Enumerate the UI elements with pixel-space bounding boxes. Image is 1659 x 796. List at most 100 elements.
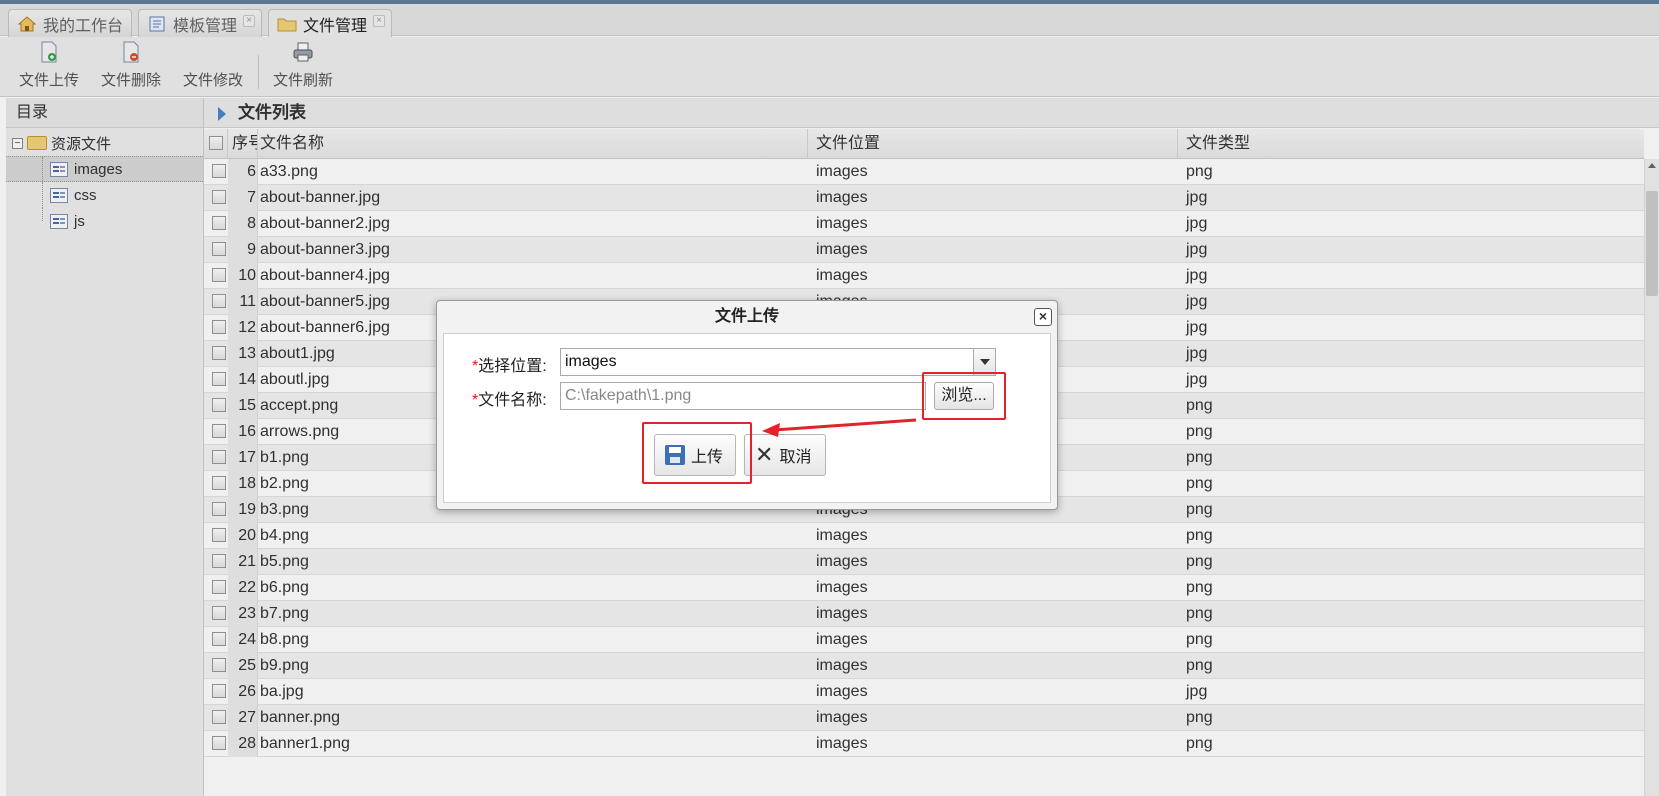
- tree-item-js[interactable]: js: [6, 208, 203, 234]
- row-checkbox[interactable]: [212, 736, 226, 750]
- row-checkbox[interactable]: [212, 424, 226, 438]
- file-type: png: [1186, 527, 1213, 544]
- row-checkbox[interactable]: [212, 346, 226, 360]
- row-number: 17: [238, 449, 256, 466]
- row-checkbox[interactable]: [212, 372, 226, 386]
- tab-label: 模板管理: [173, 17, 238, 35]
- scroll-up-icon[interactable]: [1648, 163, 1656, 168]
- row-checkbox[interactable]: [212, 320, 226, 334]
- file-type: png: [1186, 449, 1213, 466]
- delete-file-button[interactable]: 文件删除: [98, 41, 164, 93]
- column-header-name[interactable]: 文件名称: [258, 129, 808, 159]
- row-checkbox[interactable]: [212, 502, 226, 516]
- row-number: 6: [247, 163, 256, 180]
- file-type: jpg: [1186, 345, 1208, 362]
- tree-root[interactable]: − 资源文件: [6, 130, 203, 156]
- table-row[interactable]: 21 b5.png images png: [204, 549, 1644, 575]
- tab-label: 我的工作台: [43, 17, 124, 35]
- file-location: images: [816, 631, 868, 648]
- edit-file-button[interactable]: 文件修改: [180, 41, 246, 93]
- file-type: png: [1186, 423, 1213, 440]
- tree-line: [42, 182, 43, 208]
- tree-item-label: images: [74, 160, 123, 178]
- file-location: images: [816, 657, 868, 674]
- row-number: 19: [238, 501, 256, 518]
- row-checkbox[interactable]: [212, 294, 226, 308]
- collapse-icon[interactable]: −: [12, 137, 23, 149]
- tree-line: [42, 208, 43, 221]
- tab-file-manage[interactable]: 文件管理 ×: [268, 9, 392, 38]
- file-type: png: [1186, 709, 1213, 726]
- table-row[interactable]: 20 b4.png images png: [204, 523, 1644, 549]
- row-checkbox[interactable]: [212, 398, 226, 412]
- file-type: jpg: [1186, 241, 1208, 258]
- row-checkbox[interactable]: [212, 632, 226, 646]
- upload-file-label: 文件上传: [18, 72, 79, 89]
- tree-item-images[interactable]: images: [6, 156, 203, 183]
- table-row[interactable]: 7 about-banner.jpg images jpg: [204, 185, 1644, 211]
- row-checkbox[interactable]: [212, 476, 226, 490]
- table-row[interactable]: 24 b8.png images png: [204, 627, 1644, 653]
- close-icon[interactable]: ×: [1034, 308, 1052, 326]
- row-checkbox[interactable]: [212, 710, 226, 724]
- file-list-title: 文件列表: [238, 103, 306, 122]
- file-type: png: [1186, 735, 1213, 752]
- file-name: about-banner.jpg: [260, 189, 381, 206]
- table-row[interactable]: 25 b9.png images png: [204, 653, 1644, 679]
- directory-panel: 目录 − 资源文件 images css js: [6, 98, 204, 796]
- row-number: 9: [247, 241, 256, 258]
- tab-bar: 我的工作台 模板管理 × 文件管理 ×: [0, 4, 1659, 38]
- scroll-thumb[interactable]: [1646, 191, 1658, 296]
- table-row[interactable]: 9 about-banner3.jpg images jpg: [204, 237, 1644, 263]
- tree-item-css[interactable]: css: [6, 182, 203, 208]
- row-checkbox[interactable]: [212, 242, 226, 256]
- table-row[interactable]: 23 b7.png images png: [204, 601, 1644, 627]
- table-row[interactable]: 26 ba.jpg images jpg: [204, 679, 1644, 705]
- list-file-icon: [50, 187, 68, 203]
- select-all-checkbox[interactable]: [209, 136, 223, 150]
- row-checkbox[interactable]: [212, 268, 226, 282]
- row-number: 14: [238, 371, 256, 388]
- column-header-location[interactable]: 文件位置: [808, 129, 1178, 159]
- table-row[interactable]: 28 banner1.png images png: [204, 731, 1644, 757]
- column-header-type[interactable]: 文件类型: [1178, 129, 1644, 159]
- file-type: jpg: [1186, 293, 1208, 310]
- close-icon[interactable]: ×: [243, 15, 255, 27]
- home-icon: [17, 15, 37, 32]
- row-number: 11: [239, 293, 256, 310]
- row-checkbox[interactable]: [212, 528, 226, 542]
- row-checkbox[interactable]: [212, 164, 226, 178]
- row-checkbox[interactable]: [212, 450, 226, 464]
- file-name: b1.png: [260, 449, 309, 466]
- row-checkbox[interactable]: [212, 216, 226, 230]
- table-row[interactable]: 10 about-banner4.jpg images jpg: [204, 263, 1644, 289]
- refresh-files-button[interactable]: 文件刷新: [270, 41, 336, 93]
- row-checkbox[interactable]: [212, 580, 226, 594]
- row-checkbox[interactable]: [212, 606, 226, 620]
- file-list-header: 文件列表: [204, 98, 1659, 128]
- file-type: png: [1186, 501, 1213, 518]
- close-icon[interactable]: ×: [373, 15, 385, 27]
- file-type: jpg: [1186, 683, 1208, 700]
- file-type: png: [1186, 579, 1213, 596]
- upload-dialog: 文件上传 × *选择位置: images *文件名称: C:\fakepath\…: [436, 300, 1058, 510]
- file-location: images: [816, 267, 868, 284]
- file-name: about-banner6.jpg: [260, 319, 390, 336]
- file-name: about1.jpg: [260, 345, 335, 362]
- column-header-num[interactable]: 序号: [228, 129, 258, 159]
- row-checkbox[interactable]: [212, 684, 226, 698]
- tab-workbench[interactable]: 我的工作台: [8, 9, 132, 37]
- file-name: banner.png: [260, 709, 341, 726]
- table-row[interactable]: 8 about-banner2.jpg images jpg: [204, 211, 1644, 237]
- row-checkbox[interactable]: [212, 190, 226, 204]
- file-location: images: [816, 189, 868, 206]
- table-row[interactable]: 22 b6.png images png: [204, 575, 1644, 601]
- tab-template-manage[interactable]: 模板管理 ×: [138, 9, 262, 37]
- upload-file-button[interactable]: 文件上传: [16, 41, 82, 93]
- table-row[interactable]: 27 banner.png images png: [204, 705, 1644, 731]
- annotation-arrow: [762, 418, 917, 437]
- table-row[interactable]: 6 a33.png images png: [204, 159, 1644, 185]
- row-checkbox[interactable]: [212, 554, 226, 568]
- row-checkbox[interactable]: [212, 658, 226, 672]
- vertical-scrollbar[interactable]: [1644, 159, 1659, 796]
